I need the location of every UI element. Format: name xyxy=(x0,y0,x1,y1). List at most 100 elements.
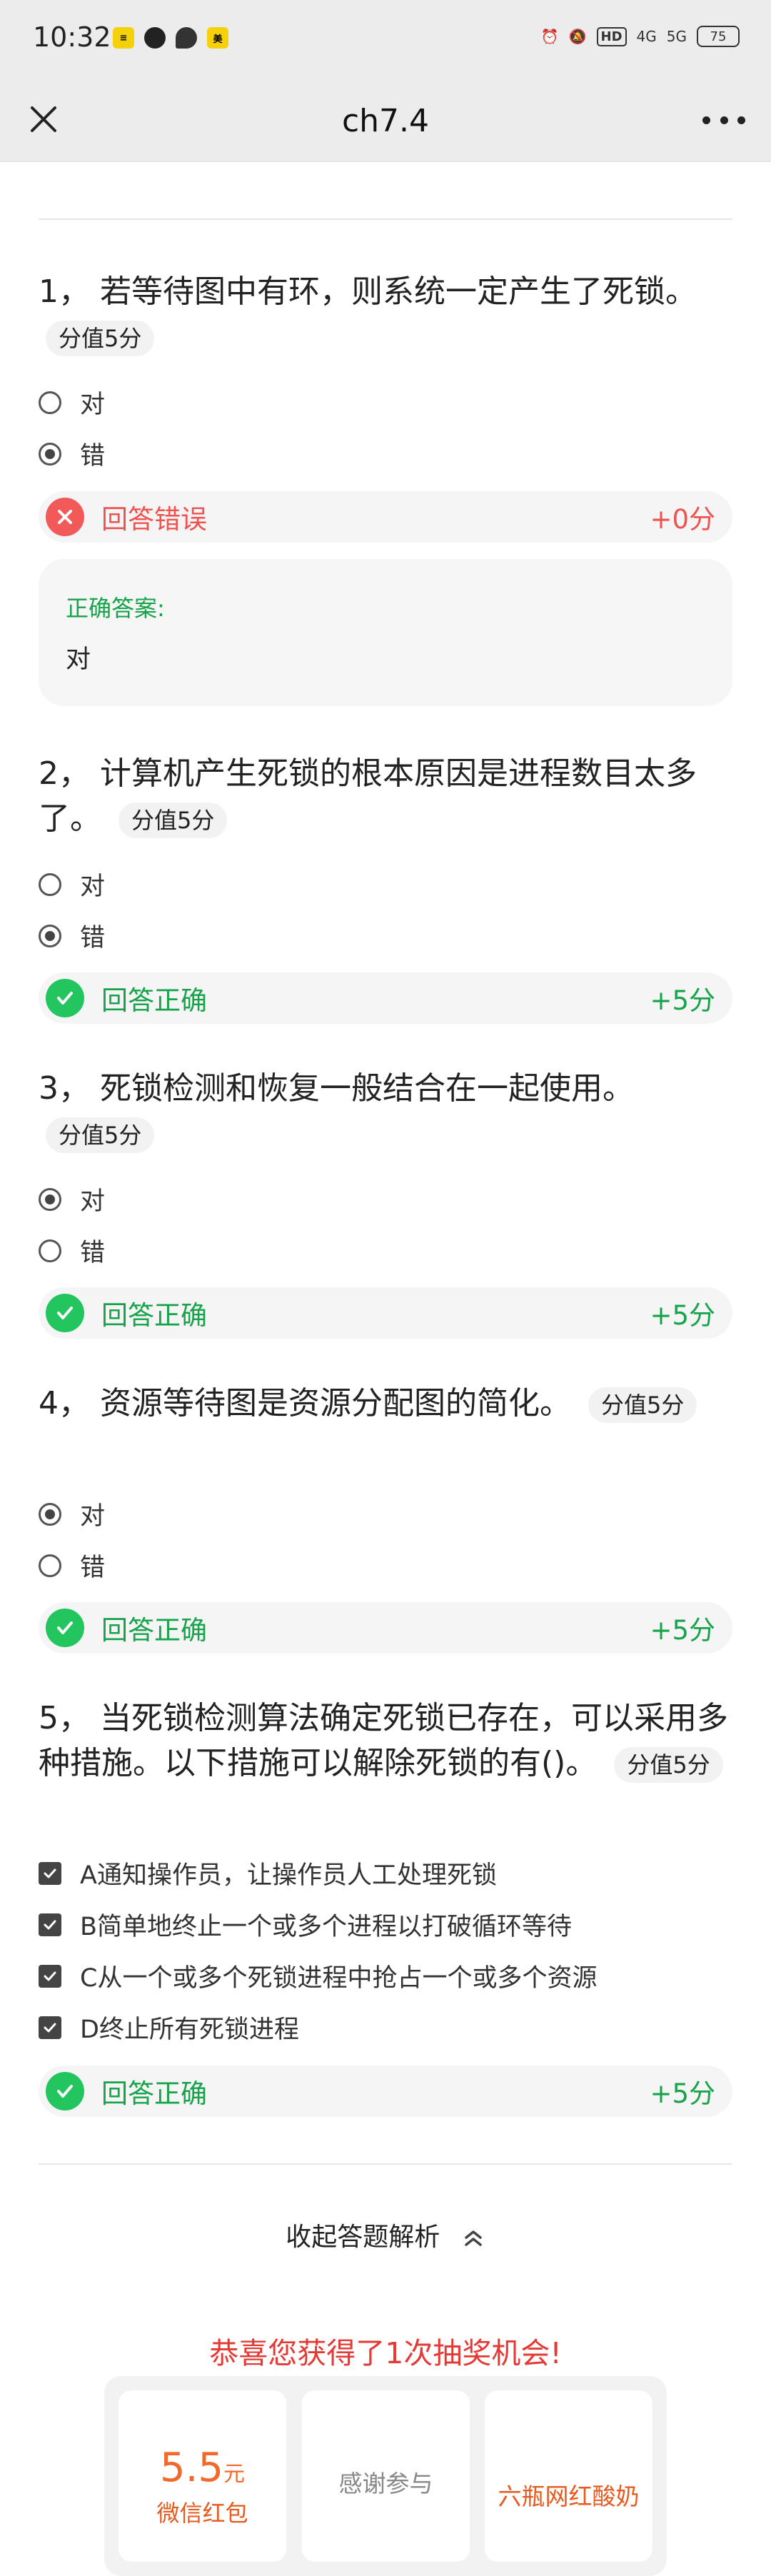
score-badge: 分值5分 xyxy=(614,1747,723,1783)
result-score: +5分 xyxy=(650,2078,715,2109)
check-icon xyxy=(46,1294,84,1332)
page-title: ch7.4 xyxy=(341,103,430,139)
option-label: B简单地终止一个或多个进程以打破循环等待 xyxy=(80,1913,573,1941)
question-text: 1， 若等待图中有环，则系统一定产生了死锁。 xyxy=(39,273,697,310)
result-label: 回答正确 xyxy=(101,1615,207,1646)
collapse-label: 收起答题解析 xyxy=(286,2223,440,2252)
radio-selected-icon[interactable] xyxy=(39,1187,61,1211)
hd-badge: HD xyxy=(596,26,627,46)
prize-amount: 5.5 xyxy=(159,2445,224,2491)
option-a[interactable]: 对 xyxy=(39,384,105,421)
result-correct: 回答正确 +5分 xyxy=(39,972,732,1024)
more-icon[interactable] xyxy=(702,114,745,126)
result-correct: 回答正确 +5分 xyxy=(39,2066,732,2117)
option-label: C从一个或多个死锁进程中抢占一个或多个资源 xyxy=(80,1964,598,1993)
meituan-notification-icon: 美 xyxy=(207,27,228,49)
prize-label: 六瓶网红酸奶 xyxy=(498,2482,640,2510)
result-correct: 回答正确 +5分 xyxy=(39,1287,732,1339)
bottom-divider xyxy=(39,2163,732,2165)
option-b[interactable]: B简单地终止一个或多个进程以打破循环等待 xyxy=(39,1906,572,1943)
sync-notification-icon xyxy=(144,27,166,49)
result-score: +5分 xyxy=(650,1300,715,1331)
radio-icon[interactable] xyxy=(39,391,61,414)
prize-label: 微信红包 xyxy=(156,2500,248,2527)
option-b[interactable]: 错 xyxy=(39,436,105,472)
collapse-analysis-button[interactable]: 收起答题解析 xyxy=(0,2216,771,2253)
check-icon xyxy=(46,2072,84,2110)
checkbox-checked-icon[interactable] xyxy=(39,1913,61,1936)
question-4: 4， 资源等待图是资源分配图的简化。 分值5分 xyxy=(39,1381,732,1426)
option-label: A通知操作员，让操作员人工处理死锁 xyxy=(80,1861,497,1890)
option-a[interactable]: 对 xyxy=(39,866,105,902)
option-label: 错 xyxy=(80,924,106,952)
result-label: 回答正确 xyxy=(101,985,207,1016)
answer-value: 对 xyxy=(66,645,91,674)
alarm-icon: ⏰ xyxy=(540,28,559,45)
option-b[interactable]: 错 xyxy=(39,917,105,954)
question-text: 3， 死锁检测和恢复一般结合在一起使用。 xyxy=(39,1070,634,1107)
radio-selected-icon[interactable] xyxy=(39,924,61,947)
answer-label: 正确答案: xyxy=(66,595,165,622)
score-badge: 分值5分 xyxy=(588,1387,697,1423)
prize-yogurt[interactable]: 六瓶网红酸奶 xyxy=(485,2390,652,2562)
correct-answer-box: 正确答案: 对 xyxy=(39,559,732,706)
question-1: 1， 若等待图中有环，则系统一定产生了死锁。 分值5分 xyxy=(39,269,732,359)
status-bar: 10:32 ≡ 美 ⏰ 🔕 HD 4G 5G 75 xyxy=(0,0,771,80)
status-time: 10:32 xyxy=(33,21,111,53)
checkbox-checked-icon[interactable] xyxy=(39,2016,61,2039)
radio-selected-icon[interactable] xyxy=(39,1502,61,1526)
result-score: +0分 xyxy=(650,504,715,535)
result-wrong: 回答错误 +0分 xyxy=(39,491,732,543)
radio-icon[interactable] xyxy=(39,1554,61,1577)
option-label: 错 xyxy=(80,1239,106,1267)
option-label: 对 xyxy=(80,391,106,419)
question-text: 4， 资源等待图是资源分配图的简化。 xyxy=(39,1385,571,1422)
question-2: 2， 计算机产生死锁的根本原因是进程数目太多了。 分值5分 xyxy=(39,751,732,841)
prize-cash[interactable]: 5.5元 微信红包 xyxy=(119,2390,286,2562)
score-badge: 分值5分 xyxy=(46,1117,155,1153)
result-label: 回答错误 xyxy=(101,504,207,535)
top-divider xyxy=(39,218,732,220)
option-label: 错 xyxy=(80,1554,106,1582)
option-d[interactable]: D终止所有死锁进程 xyxy=(39,2009,299,2046)
option-a[interactable]: A通知操作员，让操作员人工处理死锁 xyxy=(39,1855,497,1891)
notification-icons: ≡ 美 xyxy=(113,27,228,49)
option-label: D终止所有死锁进程 xyxy=(80,2016,299,2044)
radio-icon[interactable] xyxy=(39,1239,61,1262)
prize-thanks[interactable]: 感谢参与 xyxy=(302,2390,470,2562)
option-b[interactable]: 错 xyxy=(39,1547,105,1584)
system-icons: ⏰ 🔕 HD 4G 5G 75 xyxy=(541,26,740,47)
option-label: 错 xyxy=(80,442,106,471)
option-label: 对 xyxy=(80,1187,106,1216)
option-a[interactable]: 对 xyxy=(39,1181,105,1217)
prize-panel: 5.5元 微信红包 感谢参与 六瓶网红酸奶 xyxy=(104,2376,667,2576)
question-3: 3， 死锁检测和恢复一般结合在一起使用。 分值5分 xyxy=(39,1066,732,1156)
question-5: 5， 当死锁检测算法确定死锁已存在，可以采用多种措施。以下措施可以解除死锁的有(… xyxy=(39,1696,732,1786)
lottery-title: 恭喜您获得了1次抽奖机会! xyxy=(209,2336,562,2370)
cross-icon xyxy=(46,498,84,536)
app-notification-icon: ≡ xyxy=(113,27,134,49)
result-label: 回答正确 xyxy=(101,2078,207,2109)
option-a[interactable]: 对 xyxy=(39,1496,105,1532)
signal-4g-icon: 4G xyxy=(636,28,657,45)
check-icon xyxy=(46,1609,84,1647)
result-correct: 回答正确 +5分 xyxy=(39,1602,732,1654)
result-score: +5分 xyxy=(650,985,715,1016)
prize-unit: 元 xyxy=(223,2462,246,2487)
nav-bar: ch7.4 xyxy=(0,80,771,162)
result-score: +5分 xyxy=(650,1615,715,1646)
check-icon xyxy=(46,979,84,1017)
double-chevron-up-icon xyxy=(464,2230,482,2246)
score-badge: 分值5分 xyxy=(119,803,228,838)
radio-icon[interactable] xyxy=(39,872,61,896)
chat-notification-icon xyxy=(176,27,197,49)
option-c[interactable]: C从一个或多个死锁进程中抢占一个或多个资源 xyxy=(39,1958,597,1994)
battery-icon: 75 xyxy=(697,26,740,47)
result-label: 回答正确 xyxy=(101,1300,207,1331)
radio-selected-icon[interactable] xyxy=(39,442,61,466)
checkbox-checked-icon[interactable] xyxy=(39,1964,61,1988)
option-b[interactable]: 错 xyxy=(39,1232,105,1269)
option-label: 对 xyxy=(80,872,106,901)
checkbox-checked-icon[interactable] xyxy=(39,1861,61,1885)
option-label: 对 xyxy=(80,1502,106,1531)
